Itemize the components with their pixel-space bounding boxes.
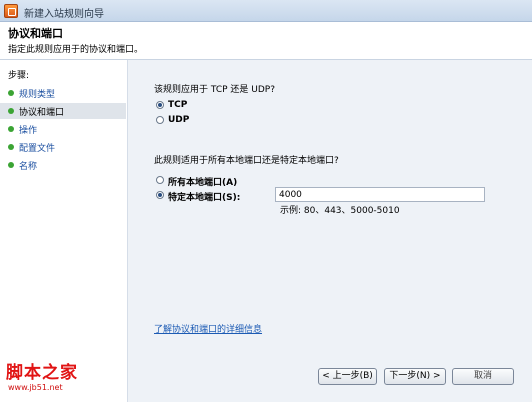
all-ports-radio[interactable] (156, 176, 164, 184)
site-watermark: 脚本之家 www.jb51.net (6, 358, 78, 392)
step-bullet-icon (8, 108, 14, 114)
page-subtitle: 指定此规则应用于的协议和端口。 (8, 45, 144, 55)
ports-example: 示例: 80、443、5000-5010 (280, 206, 400, 216)
step-action[interactable]: 操作 (0, 121, 126, 137)
wizard-header: 协议和端口 指定此规则应用于的协议和端口。 (0, 22, 532, 60)
tcp-radio[interactable] (156, 101, 164, 109)
step-label: 配置文件 (19, 144, 56, 154)
ports-question: 此规则适用于所有本地端口还是特定本地端口? (154, 156, 339, 166)
back-button[interactable]: < 上一步(B) (318, 368, 377, 385)
step-label: 协议和端口 (19, 108, 65, 118)
tcp-label[interactable]: TCP (168, 100, 187, 110)
step-profile[interactable]: 配置文件 (0, 139, 126, 155)
firewall-icon (4, 4, 18, 18)
udp-label[interactable]: UDP (168, 115, 189, 125)
page-title: 协议和端口 (8, 27, 63, 40)
next-button[interactable]: 下一步(N) > (384, 368, 446, 385)
step-bullet-icon (8, 144, 14, 150)
specific-ports-radio[interactable] (156, 191, 164, 199)
title-bar: 新建入站规则向导 (0, 0, 532, 22)
learn-more-link[interactable]: 了解协议和端口的详细信息 (154, 322, 262, 335)
wizard-content: 该规则应用于 TCP 还是 UDP? TCP UDP 此规则适用于所有本地端口还… (128, 60, 532, 402)
step-label: 规则类型 (19, 90, 56, 100)
step-rule-type[interactable]: 规则类型 (0, 85, 126, 101)
window-title: 新建入站规则向导 (24, 9, 104, 20)
steps-heading: 步骤: (8, 71, 30, 81)
step-label: 操作 (19, 126, 38, 136)
specific-ports-label[interactable]: 特定本地端口(S): (168, 190, 240, 203)
udp-radio[interactable] (156, 116, 164, 124)
step-label: 名称 (19, 162, 38, 172)
all-ports-label[interactable]: 所有本地端口(A) (168, 175, 237, 188)
watermark-url: www.jb51.net (8, 383, 63, 392)
cancel-button[interactable]: 取消 (452, 368, 514, 385)
step-protocol-ports[interactable]: 协议和端口 (0, 103, 126, 119)
watermark-text: 脚本之家 (6, 363, 78, 383)
step-bullet-icon (8, 162, 14, 168)
steps-sidebar: 步骤: 规则类型 协议和端口 操作 配置文件 名称 (0, 60, 128, 402)
step-bullet-icon (8, 126, 14, 132)
step-bullet-icon (8, 90, 14, 96)
step-name[interactable]: 名称 (0, 157, 126, 173)
protocol-question: 该规则应用于 TCP 还是 UDP? (154, 85, 275, 95)
specific-ports-input[interactable] (275, 187, 485, 202)
